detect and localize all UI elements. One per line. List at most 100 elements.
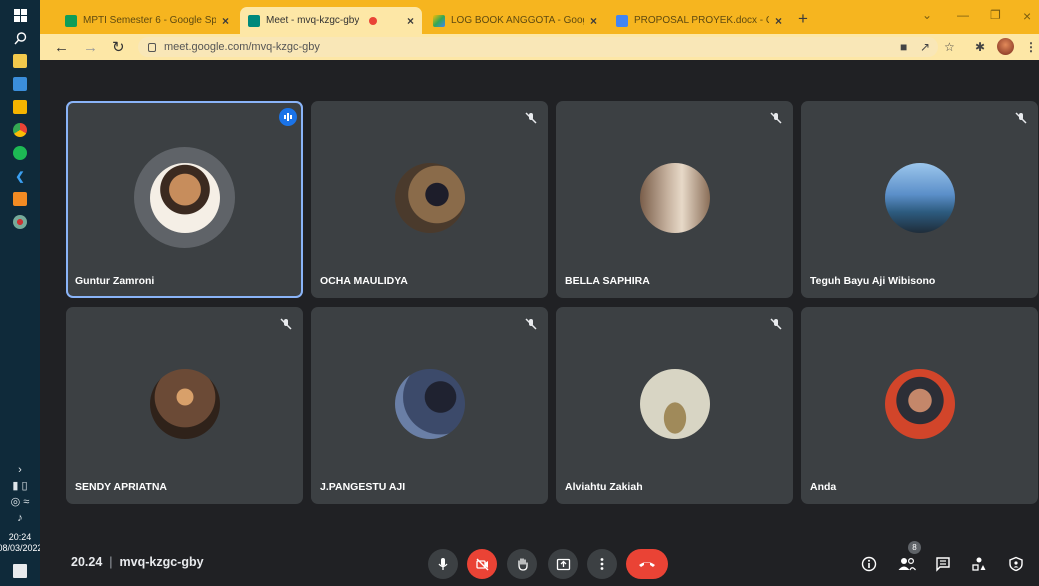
avatar bbox=[640, 163, 710, 233]
participant-tile[interactable]: J.PANGESTU AJI bbox=[311, 307, 548, 504]
app-icon[interactable] bbox=[13, 192, 27, 206]
tab-drive[interactable]: LOG BOOK ANGGOTA - Google Drive × bbox=[425, 7, 605, 34]
browser-tabstrip: MPTI Semester 6 - Google Spreads × Meet … bbox=[40, 0, 1039, 34]
participant-name: SENDY APRIATNA bbox=[75, 481, 167, 493]
chrome-menu-icon[interactable]: ⋮ bbox=[1025, 40, 1037, 54]
browser-toolbar: ← → ↻ meet.google.com/mvq-kzgc-gby ■ ↗ ☆… bbox=[40, 34, 1039, 60]
participant-tile[interactable]: Guntur Zamroni bbox=[66, 101, 303, 298]
avatar bbox=[885, 369, 955, 439]
close-tab-icon[interactable]: × bbox=[216, 14, 229, 28]
back-button[interactable]: ← bbox=[54, 39, 69, 56]
raise-hand-button[interactable] bbox=[507, 549, 537, 579]
tab-docs[interactable]: PROPOSAL PROYEK.docx - Google × bbox=[608, 7, 790, 34]
chat-icon bbox=[936, 557, 950, 572]
participant-name: Anda bbox=[810, 481, 837, 493]
meet-stage: Guntur Zamroni OCHA MAULIDYA BELLA SAPHI… bbox=[40, 60, 1039, 586]
avatar bbox=[395, 369, 465, 439]
microphone-button[interactable] bbox=[428, 549, 458, 579]
tab-search-chevron-icon[interactable]: ⌄ bbox=[922, 8, 932, 22]
mic-off-icon bbox=[1015, 112, 1027, 124]
participant-tile[interactable]: Alviahtu Zakiah bbox=[556, 307, 793, 504]
participant-tile[interactable]: BELLA SAPHIRA bbox=[556, 101, 793, 298]
clock[interactable]: 20:24 08/03/2022 bbox=[0, 532, 43, 554]
url-text: meet.google.com/mvq-kzgc-gby bbox=[164, 41, 320, 53]
more-vert-icon bbox=[600, 558, 604, 570]
participant-name: J.PANGESTU AJI bbox=[320, 481, 406, 493]
meeting-details: 20.24 | mvq-kzgc-gby bbox=[71, 555, 204, 569]
activities-icon bbox=[972, 557, 986, 571]
avatar bbox=[150, 369, 220, 439]
store-icon[interactable] bbox=[13, 77, 27, 91]
close-window-button[interactable]: × bbox=[1023, 8, 1031, 24]
meeting-code: mvq-kzgc-gby bbox=[119, 555, 204, 569]
mic-tray-icon[interactable]: ▮ ▯ bbox=[12, 478, 27, 494]
recording-indicator-icon bbox=[369, 16, 378, 25]
show-hidden-icons-chevron-icon[interactable]: › bbox=[18, 462, 22, 478]
activities-button[interactable] bbox=[968, 553, 990, 575]
host-controls-button[interactable] bbox=[1005, 553, 1027, 575]
chat-button[interactable] bbox=[932, 553, 954, 575]
minimize-button[interactable]: — bbox=[957, 8, 969, 22]
people-button[interactable] bbox=[896, 553, 918, 575]
tab-title: Meet - mvq-kzgc-gby bbox=[266, 15, 360, 26]
participant-name: Guntur Zamroni bbox=[75, 275, 155, 287]
meet-icon bbox=[248, 14, 260, 27]
chrome-icon[interactable] bbox=[13, 123, 27, 137]
present-screen-button[interactable] bbox=[548, 549, 578, 579]
tab-meet[interactable]: Meet - mvq-kzgc-gby × bbox=[240, 7, 422, 34]
present-icon bbox=[556, 558, 570, 570]
browser-app-icon[interactable] bbox=[13, 215, 27, 229]
extensions-icon[interactable]: ✱ bbox=[975, 40, 985, 54]
participant-tile[interactable]: Anda bbox=[801, 307, 1038, 504]
close-tab-icon[interactable]: × bbox=[769, 14, 782, 28]
wifi-tray-icon[interactable]: ◎ ≈ bbox=[11, 494, 30, 510]
tab-spreadsheet[interactable]: MPTI Semester 6 - Google Spreads × bbox=[57, 7, 237, 34]
drive-icon bbox=[433, 14, 445, 27]
address-bar[interactable]: meet.google.com/mvq-kzgc-gby bbox=[138, 37, 938, 57]
bookmark-star-icon[interactable]: ☆ bbox=[944, 40, 955, 54]
volume-tray-icon[interactable]: ♪ bbox=[17, 510, 23, 526]
start-icon[interactable] bbox=[13, 8, 27, 22]
reload-button[interactable]: ↻ bbox=[112, 38, 125, 56]
mic-off-icon bbox=[525, 318, 537, 330]
clock-time: 20:24 bbox=[8, 532, 32, 542]
close-tab-icon[interactable]: × bbox=[401, 14, 414, 28]
spotify-icon[interactable] bbox=[13, 146, 27, 160]
mic-off-icon bbox=[770, 318, 782, 330]
mic-off-icon bbox=[280, 318, 292, 330]
file-explorer-icon[interactable] bbox=[13, 54, 27, 68]
share-icon[interactable]: ↗ bbox=[920, 40, 930, 54]
tab-title: PROPOSAL PROYEK.docx - Google bbox=[634, 15, 769, 26]
speaking-indicator-icon bbox=[279, 108, 297, 126]
meeting-details-button[interactable] bbox=[858, 553, 880, 575]
avatar bbox=[395, 163, 465, 233]
forward-button[interactable]: → bbox=[83, 39, 98, 56]
info-icon bbox=[861, 556, 877, 572]
vscode-icon[interactable]: ❮ bbox=[13, 169, 27, 183]
more-options-button[interactable] bbox=[587, 549, 617, 579]
participant-tile[interactable]: Teguh Bayu Aji Wibisono bbox=[801, 101, 1038, 298]
meeting-time: 20.24 bbox=[71, 555, 103, 569]
camera-off-icon bbox=[475, 558, 488, 570]
restore-button[interactable]: ❐ bbox=[990, 8, 1001, 22]
notification-icon[interactable] bbox=[13, 564, 27, 578]
camera-in-use-icon[interactable]: ■ bbox=[900, 40, 907, 54]
lock-icon bbox=[148, 42, 156, 52]
close-tab-icon[interactable]: × bbox=[584, 14, 597, 28]
avatar bbox=[640, 369, 710, 439]
leave-call-button[interactable] bbox=[626, 549, 668, 579]
mic-off-icon bbox=[525, 112, 537, 124]
participant-tile[interactable]: SENDY APRIATNA bbox=[66, 307, 303, 504]
profile-avatar[interactable] bbox=[997, 38, 1014, 55]
raise-hand-icon bbox=[517, 557, 528, 571]
participant-name: OCHA MAULIDYA bbox=[320, 275, 408, 287]
sheets-icon bbox=[65, 14, 77, 27]
new-tab-button[interactable]: + bbox=[798, 9, 808, 29]
camera-off-button[interactable] bbox=[467, 549, 497, 579]
clock-date: 08/03/2022 bbox=[0, 543, 43, 553]
avatar bbox=[885, 163, 955, 233]
participant-tile[interactable]: OCHA MAULIDYA bbox=[311, 101, 548, 298]
sticky-notes-icon[interactable] bbox=[13, 100, 27, 114]
shield-icon bbox=[1009, 556, 1023, 572]
search-icon[interactable] bbox=[13, 31, 27, 45]
